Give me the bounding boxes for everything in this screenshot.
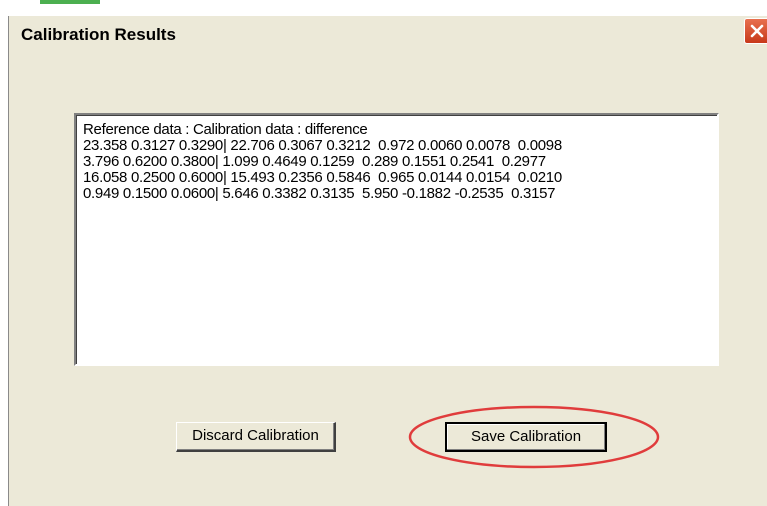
results-textarea[interactable]: Reference data : Calibration data : diff…	[74, 113, 719, 366]
results-row: 23.358 0.3127 0.3290| 22.706 0.3067 0.32…	[83, 137, 562, 154]
calibration-results-dialog: Calibration Results Reference data : Cal…	[8, 16, 767, 506]
screen: Calibration Results Reference data : Cal…	[0, 0, 767, 506]
background-progress-bar	[40, 0, 100, 4]
results-row: 16.058 0.2500 0.6000| 15.493 0.2356 0.58…	[83, 169, 562, 186]
discard-calibration-button[interactable]: Discard Calibration	[176, 422, 336, 452]
close-icon	[750, 24, 764, 38]
close-button[interactable]	[744, 18, 767, 44]
save-calibration-button[interactable]: Save Calibration	[445, 422, 607, 452]
results-header-line: Reference data : Calibration data : diff…	[83, 121, 368, 138]
background-window-strip	[0, 0, 767, 14]
results-row: 3.796 0.6200 0.3800| 1.099 0.4649 0.1259…	[83, 153, 546, 170]
dialog-title: Calibration Results	[21, 25, 176, 44]
results-row: 0.949 0.1500 0.0600| 5.646 0.3382 0.3135…	[83, 185, 556, 202]
title-bar: Calibration Results	[9, 16, 767, 50]
